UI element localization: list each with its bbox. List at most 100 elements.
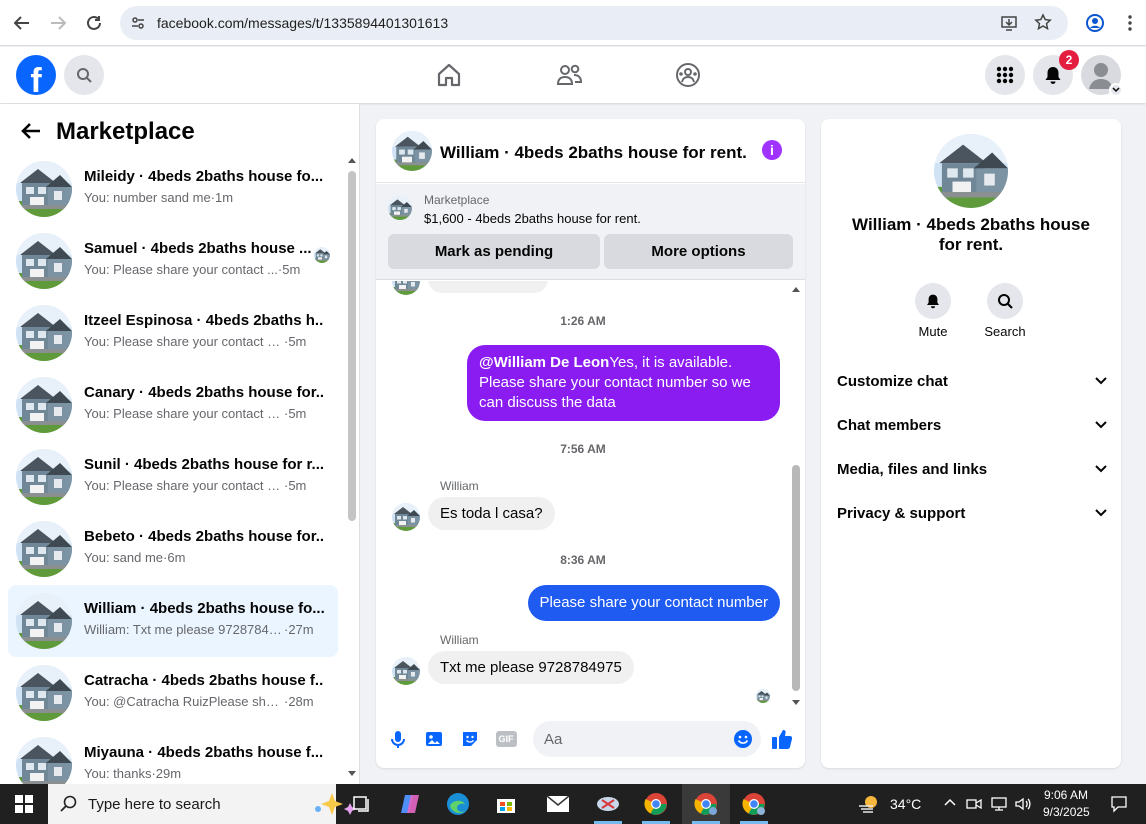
clock-date[interactable]: 9/3/2025 (1043, 805, 1090, 819)
mail-icon[interactable] (534, 784, 582, 824)
marketplace-banner: Marketplace $1,600 - 4beds 2baths house … (376, 184, 805, 280)
chrome-profile-icon[interactable] (682, 784, 730, 824)
info-icon[interactable]: i (762, 140, 782, 160)
conversation-item[interactable]: Bebeto · 4beds 2baths house for... You: s… (8, 513, 338, 585)
search-button[interactable] (64, 55, 104, 95)
copilot-icon[interactable] (386, 784, 434, 824)
profile-icon[interactable] (1083, 11, 1107, 35)
meet-now-icon[interactable] (966, 796, 982, 817)
chat-members-row[interactable]: Chat members (837, 403, 1107, 447)
edge-icon[interactable] (434, 784, 482, 824)
chat-title[interactable]: William · 4beds 2baths house for rent. (440, 143, 747, 163)
photo-icon[interactable] (422, 727, 446, 751)
conversation-title: Sunil · 4beds 2baths house for r... (84, 456, 324, 473)
groups-icon[interactable] (673, 60, 703, 90)
chevron-down-icon (1095, 509, 1107, 517)
snipping-tool-icon[interactable] (584, 784, 632, 824)
gif-icon[interactable]: GIF (494, 727, 518, 751)
conversation-title: Miyauna · 4beds 2baths house f... (84, 744, 324, 761)
microphone-icon[interactable] (386, 727, 410, 751)
windows-start-icon[interactable] (0, 784, 48, 824)
facebook-logo[interactable]: f (16, 55, 56, 95)
back-arrow-icon[interactable] (20, 120, 44, 144)
network-icon[interactable] (990, 796, 1008, 817)
search-icon (60, 795, 77, 812)
emoji-icon[interactable] (731, 727, 755, 751)
outgoing-message: @William De LeonYes, it is available. Pl… (467, 345, 780, 421)
conversation-title: Samuel · 4beds 2baths house ... (84, 240, 312, 257)
site-info-icon[interactable] (130, 15, 146, 36)
scroll-up-icon (792, 287, 800, 292)
conversation-item[interactable]: Canary · 4beds 2baths house for... You: P… (8, 369, 338, 441)
chrome-profile-2-icon[interactable] (730, 784, 778, 824)
message-thread: 1:26 AM @William De LeonYes, it is avail… (376, 281, 805, 709)
bookmark-star-icon[interactable] (1034, 13, 1052, 36)
scroll-down-icon (348, 771, 356, 776)
details-avatar[interactable] (934, 134, 1008, 208)
conversation-time: ·6m (163, 550, 186, 565)
conversation-item[interactable]: Samuel · 4beds 2baths house ... You: Plea… (8, 225, 338, 297)
forward-icon[interactable] (46, 11, 70, 35)
message-input[interactable] (533, 721, 761, 757)
clock-time[interactable]: 9:06 AM (1044, 788, 1088, 802)
home-icon[interactable] (434, 60, 464, 90)
scrollbar-thumb[interactable] (792, 465, 800, 691)
conversation-item[interactable]: Miyauna · 4beds 2baths house f... You: th… (8, 729, 338, 784)
sender-avatar[interactable] (392, 657, 420, 685)
account-avatar[interactable] (1081, 55, 1123, 97)
mute-button[interactable]: Mute (903, 283, 963, 339)
conversation-item[interactable]: Mileidy · 4beds 2baths house fo... You: n… (8, 153, 338, 225)
conversation-item[interactable]: Catracha · 4beds 2baths house f... You: @… (8, 657, 338, 729)
task-view-icon[interactable] (338, 784, 386, 824)
temperature[interactable]: 34°C (890, 796, 921, 812)
conversation-item[interactable]: William · 4beds 2baths house fo... Willia… (8, 585, 338, 657)
taskbar-search[interactable]: Type here to search (48, 784, 356, 824)
privacy-support-row[interactable]: Privacy & support (837, 491, 1107, 535)
conversation-preview: You: Please share your contact nu... ·5m (84, 334, 307, 349)
conversation-time: ·1m (210, 190, 234, 205)
conversation-title: William · 4beds 2baths house fo... (84, 600, 324, 617)
install-app-icon[interactable] (1000, 14, 1018, 37)
menu-grid-button[interactable] (985, 55, 1025, 95)
chrome-icon[interactable] (632, 784, 680, 824)
friends-icon[interactable] (554, 60, 584, 90)
chevron-down-icon[interactable] (1109, 83, 1123, 97)
windows-taskbar: Type here to search 34°C 9:06 AM 9/3/202… (0, 784, 1146, 824)
chat-avatar[interactable] (392, 131, 432, 171)
listing-thumbnail[interactable] (388, 196, 412, 220)
search-in-chat-button[interactable]: Search (975, 283, 1035, 339)
mention[interactable]: @William De Leon (479, 354, 609, 371)
sidebar-scrollbar[interactable] (347, 156, 357, 782)
scroll-up-icon (348, 158, 356, 163)
listing-thumbnail (16, 305, 72, 361)
store-icon[interactable] (482, 784, 530, 824)
customize-chat-row[interactable]: Customize chat (837, 359, 1107, 403)
scrollbar-thumb[interactable] (348, 171, 356, 521)
reload-icon[interactable] (82, 11, 106, 35)
thread-scrollbar[interactable] (790, 281, 802, 709)
conversation-sidebar: Marketplace Mileidy · 4beds 2baths house… (0, 104, 360, 784)
listing-price[interactable]: $1,600 - 4beds 2baths house for rent. (424, 211, 641, 226)
tray-chevron-up-icon[interactable] (944, 796, 956, 815)
sender-name: William (440, 479, 479, 493)
chat-details-panel: William · 4beds 2baths house for rent. M… (821, 119, 1121, 768)
sticker-icon[interactable] (458, 727, 482, 751)
more-options-button[interactable]: More options (604, 234, 793, 269)
chevron-down-icon (1095, 465, 1107, 473)
browser-menu-icon[interactable] (1118, 11, 1142, 35)
conversation-item[interactable]: Sunil · 4beds 2baths house for r... You: … (8, 441, 338, 513)
volume-icon[interactable] (1014, 796, 1032, 817)
listing-thumbnail (16, 161, 72, 217)
conversation-item[interactable]: Itzeel Espinosa · 4beds 2baths h... You: … (8, 297, 338, 369)
mark-as-pending-button[interactable]: Mark as pending (388, 234, 600, 269)
timestamp: 1:26 AM (560, 314, 606, 328)
conversation-preview: You: Please share your contact ... ·5m (84, 262, 301, 277)
media-files-links-row[interactable]: Media, files and links (837, 447, 1107, 491)
facebook-header: f 2 (0, 47, 1146, 103)
address-bar[interactable]: facebook.com/messages/t/1335894401301613 (120, 6, 1068, 40)
back-icon[interactable] (10, 11, 34, 35)
notification-center-icon[interactable] (1110, 795, 1128, 818)
thumbs-up-icon[interactable] (770, 727, 794, 751)
weather-icon[interactable] (858, 794, 880, 819)
sender-avatar[interactable] (392, 503, 420, 531)
